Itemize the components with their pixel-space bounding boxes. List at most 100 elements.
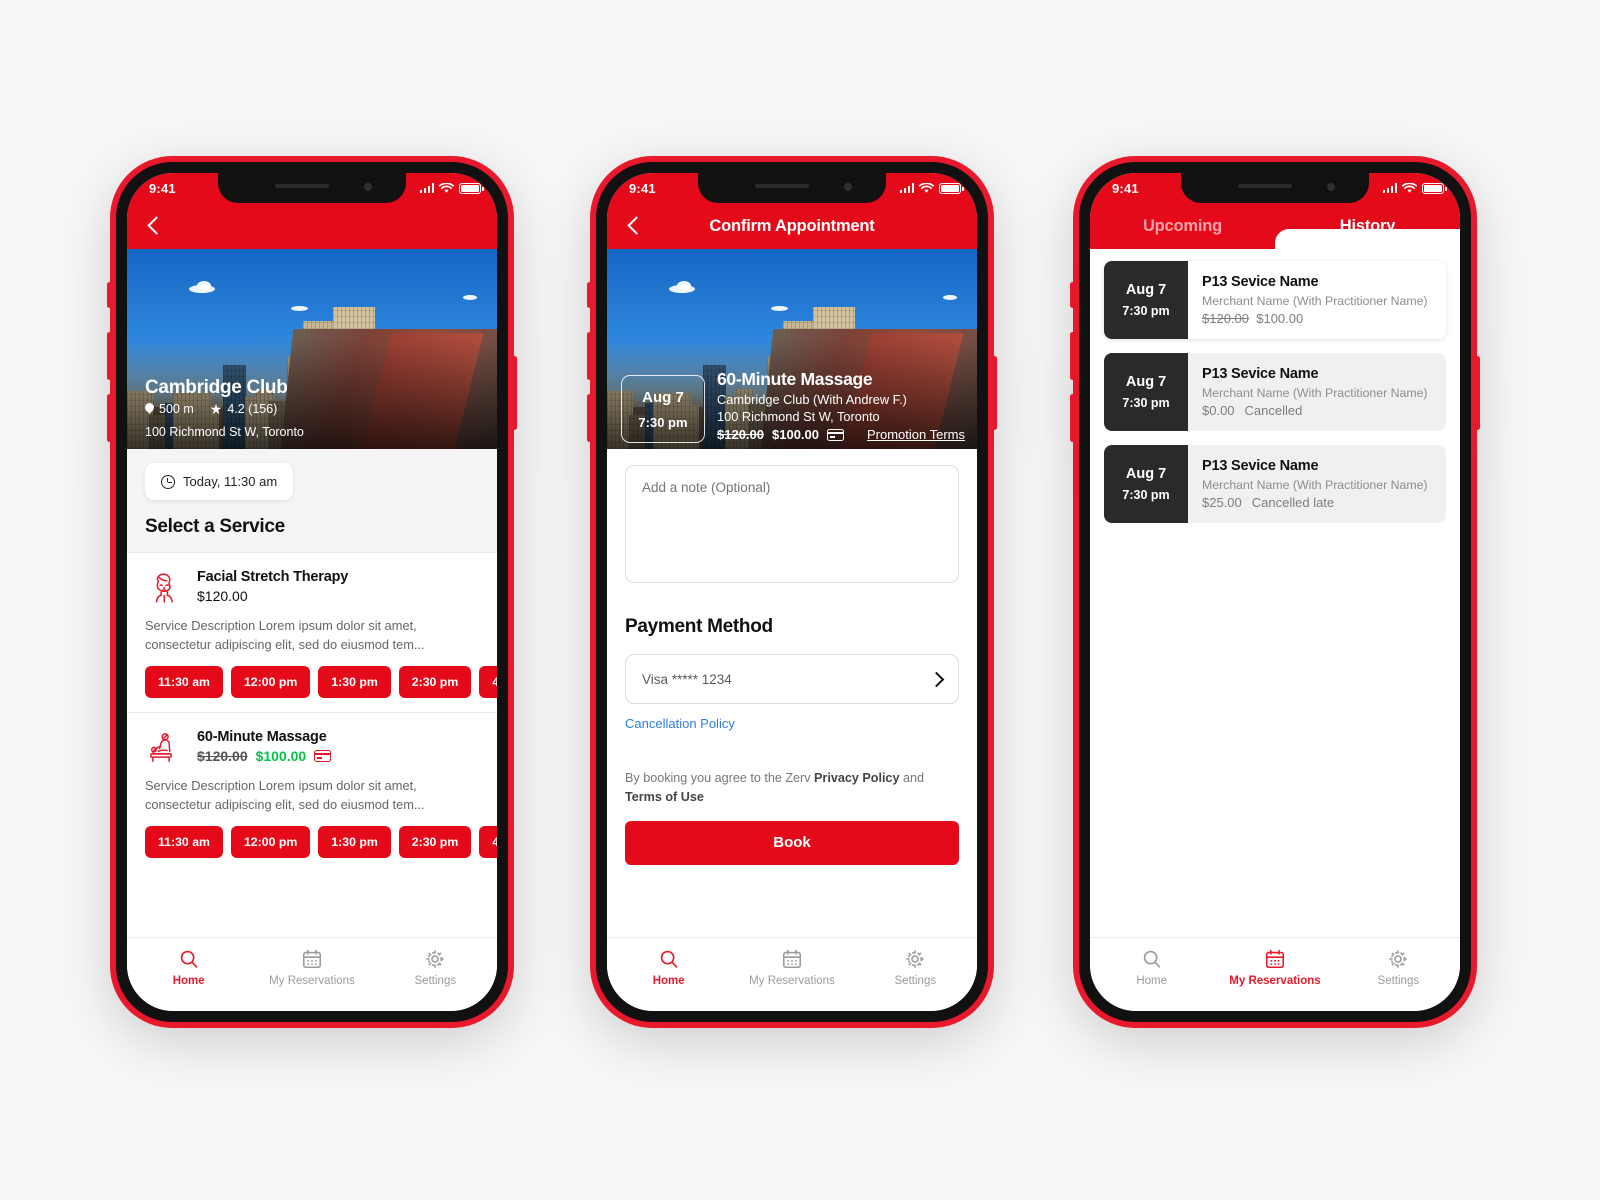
tab-upcoming[interactable]: Upcoming — [1090, 203, 1275, 249]
service-description: Service Description Lorem ipsum dolor si… — [145, 618, 425, 652]
tab-settings-1[interactable]: Settings — [374, 948, 497, 987]
time-slot-3[interactable]: 1:30 pm — [318, 825, 391, 858]
service-description: Service Description Lorem ipsum dolor si… — [145, 777, 425, 812]
tab-home-label-2: Home — [652, 975, 685, 987]
mute-switch-2[interactable] — [587, 282, 592, 308]
time-slot-5[interactable]: 4:00 pm — [479, 665, 497, 698]
calendar-icon-2 — [782, 949, 802, 969]
venue-meta: 500 m ★ 4.2 (156) — [145, 402, 483, 416]
time-slot-1[interactable]: 11:30 am — [145, 825, 223, 858]
volume-up-button-2[interactable] — [587, 332, 592, 380]
tab-reservations-label-1: My Reservations — [269, 975, 355, 987]
tab-reservations-3[interactable]: My Reservations — [1213, 948, 1336, 987]
service-text: Facial Stretch Therapy $120.00 — [197, 569, 497, 604]
time-slot-4[interactable]: 2:30 pm — [398, 665, 472, 698]
time-slot-4[interactable]: 2:30 pm — [398, 825, 472, 858]
volume-down-button-2[interactable] — [587, 394, 592, 442]
appointment-price-row: $120.00 $100.00 Promotion Terms — [717, 427, 965, 442]
history-time: 7:30 pm — [1122, 304, 1170, 318]
chevron-left-icon[interactable] — [145, 217, 163, 235]
history-status: Cancelled — [1244, 403, 1303, 418]
appointment-new-price: $100.00 — [772, 427, 819, 442]
time-slot-row: 11:30 am12:00 pm1:30 pm2:30 pm 4:00 pm — [145, 665, 497, 698]
time-slot-3[interactable]: 1:30 pm — [318, 665, 391, 698]
legal-prefix: By booking you agree to the Zerv — [625, 771, 815, 785]
tab-history[interactable]: History — [1275, 203, 1460, 249]
date-filter-chip[interactable]: Today, 11:30 am — [145, 463, 294, 500]
cancellation-policy-link[interactable]: Cancellation Policy — [625, 716, 735, 731]
volume-down-button-3[interactable] — [1070, 394, 1075, 442]
promotion-terms-link[interactable]: Promotion Terms — [867, 427, 965, 442]
history-time: 7:30 pm — [1122, 396, 1170, 410]
cellular-signal-icon-2 — [899, 183, 914, 193]
service-card-1[interactable]: Facial Stretch Therapy $120.00 Service Des… — [127, 552, 497, 712]
earpiece-speaker-3 — [1238, 184, 1292, 188]
massage-table-icon — [145, 729, 183, 767]
time-slot-5[interactable]: 4:00 pm — [479, 825, 497, 858]
history-card-1[interactable]: Aug 7 7:30 pm P13 Sevice Name Merchant Name… — [1104, 261, 1446, 339]
volume-up-button[interactable] — [107, 332, 112, 380]
tab-home-1[interactable]: Home — [127, 948, 250, 987]
history-date-badge: Aug 7 7:30 pm — [1104, 445, 1188, 523]
mute-switch-3[interactable] — [1070, 282, 1075, 308]
volume-down-button[interactable] — [107, 394, 112, 442]
payment-method-title: Payment Method — [625, 616, 773, 637]
section-title-select-service: Select a Service — [145, 516, 285, 537]
history-body: P13 Sevice Name Merchant Name (With Pract… — [1188, 261, 1446, 339]
service-price-row: $120.00 $100.00 — [197, 748, 497, 764]
tab-reservations-2[interactable]: My Reservations — [730, 948, 853, 987]
history-date: Aug 7 — [1125, 466, 1167, 482]
tab-settings-label-2: Settings — [894, 975, 937, 987]
history-card-3[interactable]: Aug 7 7:30 pm P13 Sevice Name Merchant Name… — [1104, 445, 1446, 523]
history-status: Cancelled late — [1251, 495, 1335, 510]
tab-reservations-label-2: My Reservations — [749, 975, 835, 987]
history-service-name: P13 Sevice Name — [1202, 458, 1319, 474]
mute-switch[interactable] — [107, 282, 112, 308]
star-icon: ★ — [209, 401, 223, 417]
history-time: 7:30 pm — [1122, 488, 1170, 502]
history-merchant: Merchant Name (With Practitioner Name) — [1202, 386, 1428, 400]
power-button-2[interactable] — [992, 356, 997, 430]
tab-home-2[interactable]: Home — [607, 948, 730, 987]
confirm-form: Payment Method Visa ***** 1234 Cancellat… — [607, 449, 977, 865]
tab-settings-3[interactable]: Settings — [1337, 948, 1460, 987]
power-button[interactable] — [512, 356, 517, 430]
navbar-1 — [127, 203, 497, 249]
history-card-2[interactable]: Aug 7 7:30 pm P13 Sevice Name Merchant Name… — [1104, 353, 1446, 431]
appointment-date-badge: Aug 7 7:30 pm — [621, 375, 705, 443]
status-time-3: 9:41 — [1112, 180, 1139, 196]
battery-icon — [459, 182, 484, 194]
tab-settings-2[interactable]: Settings — [854, 948, 977, 987]
service-price: $120.00 — [197, 588, 248, 604]
status-icons-3 — [1382, 182, 1447, 194]
privacy-policy-link[interactable]: Privacy Policy — [814, 771, 899, 785]
volume-up-button-3[interactable] — [1070, 332, 1075, 380]
status-time-2: 9:41 — [629, 180, 656, 196]
time-slot-2[interactable]: 12:00 pm — [230, 825, 311, 858]
tab-home-label-3: Home — [1136, 975, 1167, 987]
service-card-2[interactable]: 60-Minute Massage $120.00 $100.00 Service D… — [127, 711, 497, 872]
history-price-row: $120.00 $100.00 — [1202, 311, 1432, 326]
legal-text: By booking you agree to the Zerv Privacy… — [625, 769, 959, 807]
appointment-service: 60-Minute Massage — [717, 369, 873, 389]
wifi-icon-3 — [1402, 182, 1417, 193]
time-slot-2[interactable]: 12:00 pm — [230, 665, 311, 698]
terms-of-use-link[interactable]: Terms of Use — [625, 790, 704, 804]
search-icon-3 — [1143, 950, 1160, 968]
gear-icon-2 — [906, 950, 925, 968]
history-price-row: $0.00 Cancelled — [1202, 403, 1432, 418]
tab-reservations-1[interactable]: My Reservations — [250, 948, 373, 987]
book-button[interactable]: Book — [625, 820, 959, 865]
power-button-3[interactable] — [1475, 356, 1480, 430]
appointment-address: 100 Richmond St W, Toronto — [717, 409, 880, 424]
wifi-icon — [439, 182, 454, 193]
tab-home-3[interactable]: Home — [1090, 948, 1213, 987]
note-input[interactable] — [625, 465, 959, 583]
appointment-merchant: Cambridge Club (With Andrew F.) — [717, 392, 907, 407]
payment-method-row[interactable]: Visa ***** 1234 — [625, 654, 959, 704]
location-pin-icon — [145, 403, 154, 416]
earpiece-speaker-2 — [755, 184, 809, 188]
time-slot-1[interactable]: 11:30 am — [145, 665, 223, 698]
venue-rating-label: 4.2 (156) — [227, 402, 278, 416]
history-service-name: P13 Sevice Name — [1202, 366, 1319, 382]
